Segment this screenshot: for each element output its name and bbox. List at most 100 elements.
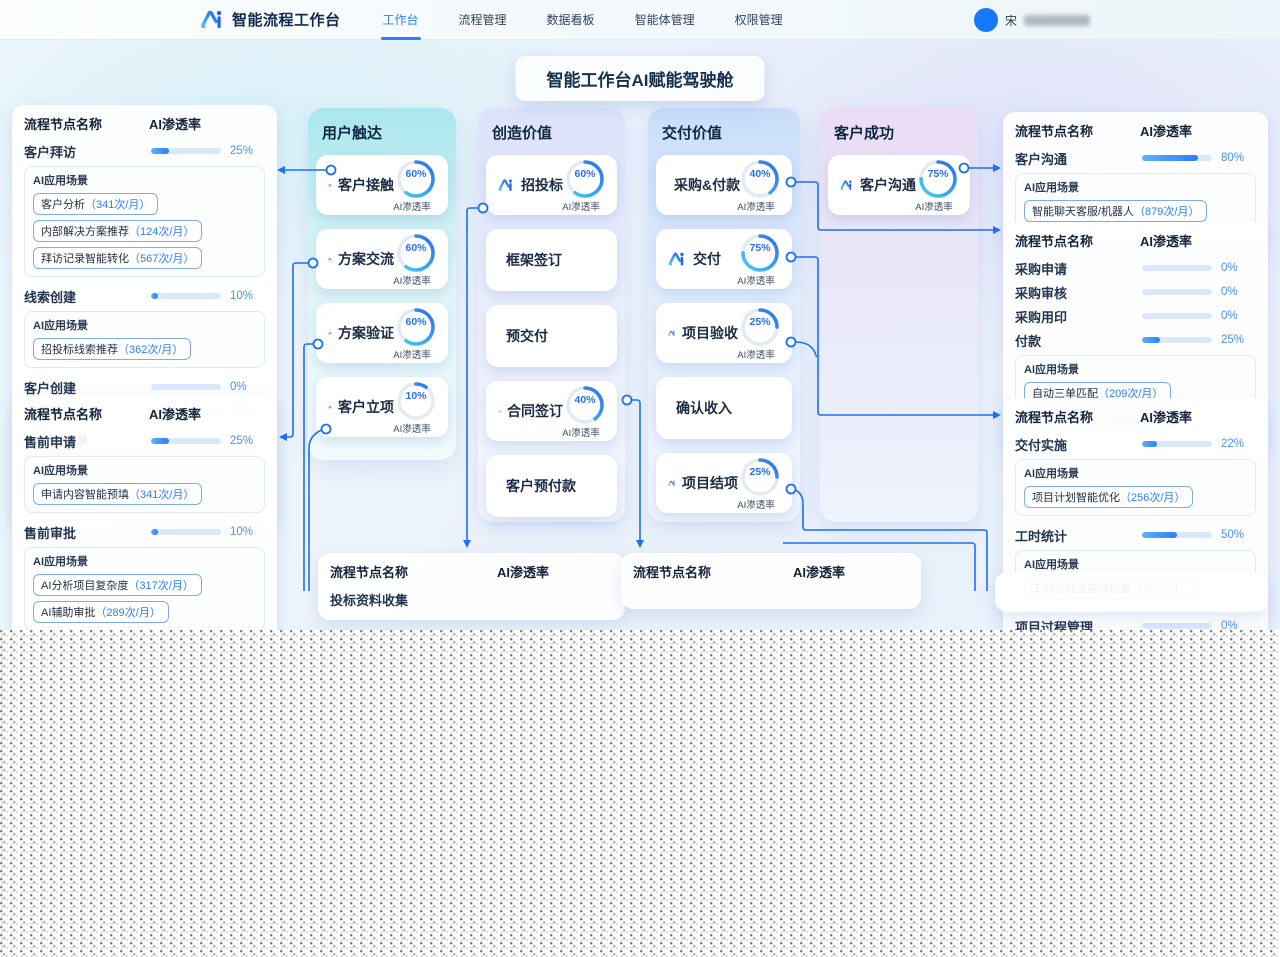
penetration-bar-fill (1142, 155, 1198, 161)
flow-node-left: 客户立项 (328, 397, 394, 417)
panel-header-row: 流程节点名称AI渗透率 (633, 562, 909, 581)
process-node-row: 客户沟通80% (1015, 147, 1256, 169)
ring-label: AI渗透率 (724, 199, 788, 213)
flow-node-title: 项目结项 (682, 473, 738, 493)
penetration-percent: 0% (1221, 262, 1256, 274)
flow-column-title: 交付价值 (662, 122, 794, 143)
flow-node-card[interactable]: 方案验证60%AI渗透率 (316, 303, 448, 363)
flow-node-left: 项目结项 (668, 473, 738, 493)
process-node-name: 售前申请 (24, 432, 151, 451)
ring-percent-value: 40% (563, 394, 607, 406)
ring-percent-value: 60% (394, 168, 438, 180)
flow-node-card[interactable]: 合同签订40%AI渗透率 (486, 381, 617, 441)
ai-penetration-ring: 10%AI渗透率 (394, 381, 438, 433)
flow-node-card[interactable]: 项目验收25%AI渗透率 (656, 303, 792, 363)
flow-node-card[interactable]: 客户沟通75%AI渗透率 (828, 155, 970, 215)
panel-header-node-name: 流程节点名称 (330, 562, 497, 581)
ring-percent-value: 25% (738, 316, 782, 328)
ai-scene-chip: 申请内容智能预填（341次/月） (33, 483, 202, 505)
ai-scene-box: AI应用场景客户分析（341次/月）内部解决方案推荐（124次/月）拜访记录智能… (24, 166, 265, 277)
flow-column-2: 创造价值招投标60%AI渗透率框架签订预交付合同签订40%AI渗透率客户预付款 (478, 108, 625, 522)
flow-node-title: 招投标 (521, 175, 563, 195)
process-node-name: 客户沟通 (1015, 149, 1142, 168)
ring-label: AI渗透率 (724, 273, 788, 287)
process-node-name: 采购用印 (1015, 307, 1142, 326)
flow-node-left: 合同签订 (498, 401, 563, 421)
avatar[interactable] (974, 8, 998, 32)
nav-item-2[interactable]: 流程管理 (445, 0, 521, 40)
ai-logo-icon (668, 474, 676, 493)
ai-logo-icon (328, 250, 332, 269)
brand: 智能流程工作台 (200, 7, 341, 33)
penetration-bar-fill (151, 293, 158, 299)
penetration-percent: 25% (230, 145, 265, 157)
main-menu: 工作台流程管理数据看板智能体管理权限管理 (369, 0, 797, 40)
ai-scene-chip-label: AI辅助审批 (41, 607, 95, 619)
penetration-bar (151, 384, 221, 390)
ring-label: AI渗透率 (902, 199, 966, 213)
panel-header-node-name: 流程节点名称 (24, 114, 149, 133)
flow-node-title: 框架签订 (506, 250, 562, 270)
ai-logo-icon (668, 250, 687, 269)
flow-node-card[interactable]: 招投标60%AI渗透率 (486, 155, 617, 215)
ai-penetration-ring: 40%AI渗透率 (563, 385, 607, 437)
penetration-bar-fill (1142, 337, 1160, 343)
process-node-name: 投标资料收集 (330, 590, 613, 609)
ai-scene-chip-count: （289次/月） (95, 607, 160, 619)
ring-percent-value: 40% (738, 168, 782, 180)
flow-node-title: 方案验证 (338, 323, 394, 343)
flow-node-title: 客户沟通 (860, 175, 916, 195)
nav-item-3[interactable]: 数据看板 (533, 0, 609, 40)
nav-item-5[interactable]: 权限管理 (721, 0, 797, 40)
ai-scene-chip-label: AI分析项目复杂度 (41, 580, 128, 592)
nav-item-4[interactable]: 智能体管理 (621, 0, 709, 40)
ai-penetration-ring: 75%AI渗透率 (916, 159, 960, 211)
ring-percent-value: 25% (738, 466, 782, 478)
ai-scene-box: AI应用场景招投标线索推荐（362次/月） (24, 311, 265, 368)
panel-header-rate: AI渗透率 (1140, 231, 1256, 250)
flow-node-card[interactable]: 确认收入 (656, 377, 792, 439)
ai-scene-label: AI应用场景 (33, 553, 256, 569)
flow-node-card[interactable]: 方案交流60%AI渗透率 (316, 229, 448, 289)
ai-logo-icon (328, 176, 332, 195)
flow-node-card[interactable]: 框架签订 (486, 229, 617, 291)
dashboard-canvas: 智能工作台AI赋能驾驶舱 用户触达客户接触60%AI渗透率方案交流60%AI渗透… (0, 40, 1280, 957)
penetration-bar-fill (1142, 532, 1177, 538)
flow-node-title: 合同签订 (507, 401, 563, 421)
ai-scene-chips: 智能聊天客服/机器人（879次/月） (1024, 200, 1247, 222)
process-node-row: 工时统计50% (1015, 524, 1256, 546)
flow-node-card[interactable]: 交付75%AI渗透率 (656, 229, 792, 289)
flow-node-left: 预交付 (506, 326, 609, 346)
ring-label: AI渗透率 (380, 347, 444, 361)
panel-header-row: 流程节点名称AI渗透率 (330, 562, 613, 581)
flow-node-card[interactable]: 客户预付款 (486, 455, 617, 517)
ai-scene-chips: 招投标线索推荐（362次/月） (33, 338, 256, 360)
penetration-bar (1142, 289, 1212, 295)
flow-node-card[interactable]: 客户接触60%AI渗透率 (316, 155, 448, 215)
user-area[interactable]: 宋 (974, 0, 1090, 40)
panel-header-node-name: 流程节点名称 (1015, 231, 1140, 250)
flow-node-card[interactable]: 预交付 (486, 305, 617, 367)
flow-node-left: 客户预付款 (506, 476, 609, 496)
ai-scene-label: AI应用场景 (33, 317, 256, 333)
ai-scene-chips: 项目计划智能优化（256次/月） (1024, 486, 1247, 508)
penetration-bar-fill (151, 148, 169, 154)
process-node-row: 付款25% (1015, 329, 1256, 351)
ai-scene-chip: 拜访记录智能转化（567次/月） (33, 247, 202, 269)
flow-node-left: 客户接触 (328, 175, 394, 195)
panel-header-row: 流程节点名称AI渗透率 (1015, 121, 1256, 140)
nav-item-1[interactable]: 工作台 (369, 0, 433, 40)
panel-header-row: 流程节点名称AI渗透率 (1015, 407, 1256, 426)
flow-node-card[interactable]: 客户立项10%AI渗透率 (316, 377, 448, 437)
ai-scene-chip-label: 招投标线索推荐 (41, 344, 118, 356)
ai-penetration-ring: 60%AI渗透率 (394, 307, 438, 359)
panel-header-node-name: 流程节点名称 (1015, 407, 1140, 426)
penetration-bar (1142, 265, 1212, 271)
flow-node-card[interactable]: 项目结项25%AI渗透率 (656, 453, 792, 513)
ai-scene-chip-label: 内部解决方案推荐 (41, 226, 129, 238)
flow-node-card[interactable]: 采购&付款40%AI渗透率 (656, 155, 792, 215)
process-node-name: 客户创建 (24, 378, 151, 397)
process-node-row: 线索创建10% (24, 285, 265, 307)
ai-logo-icon (498, 402, 501, 421)
ai-scene-chip-count: （341次/月） (129, 489, 194, 501)
